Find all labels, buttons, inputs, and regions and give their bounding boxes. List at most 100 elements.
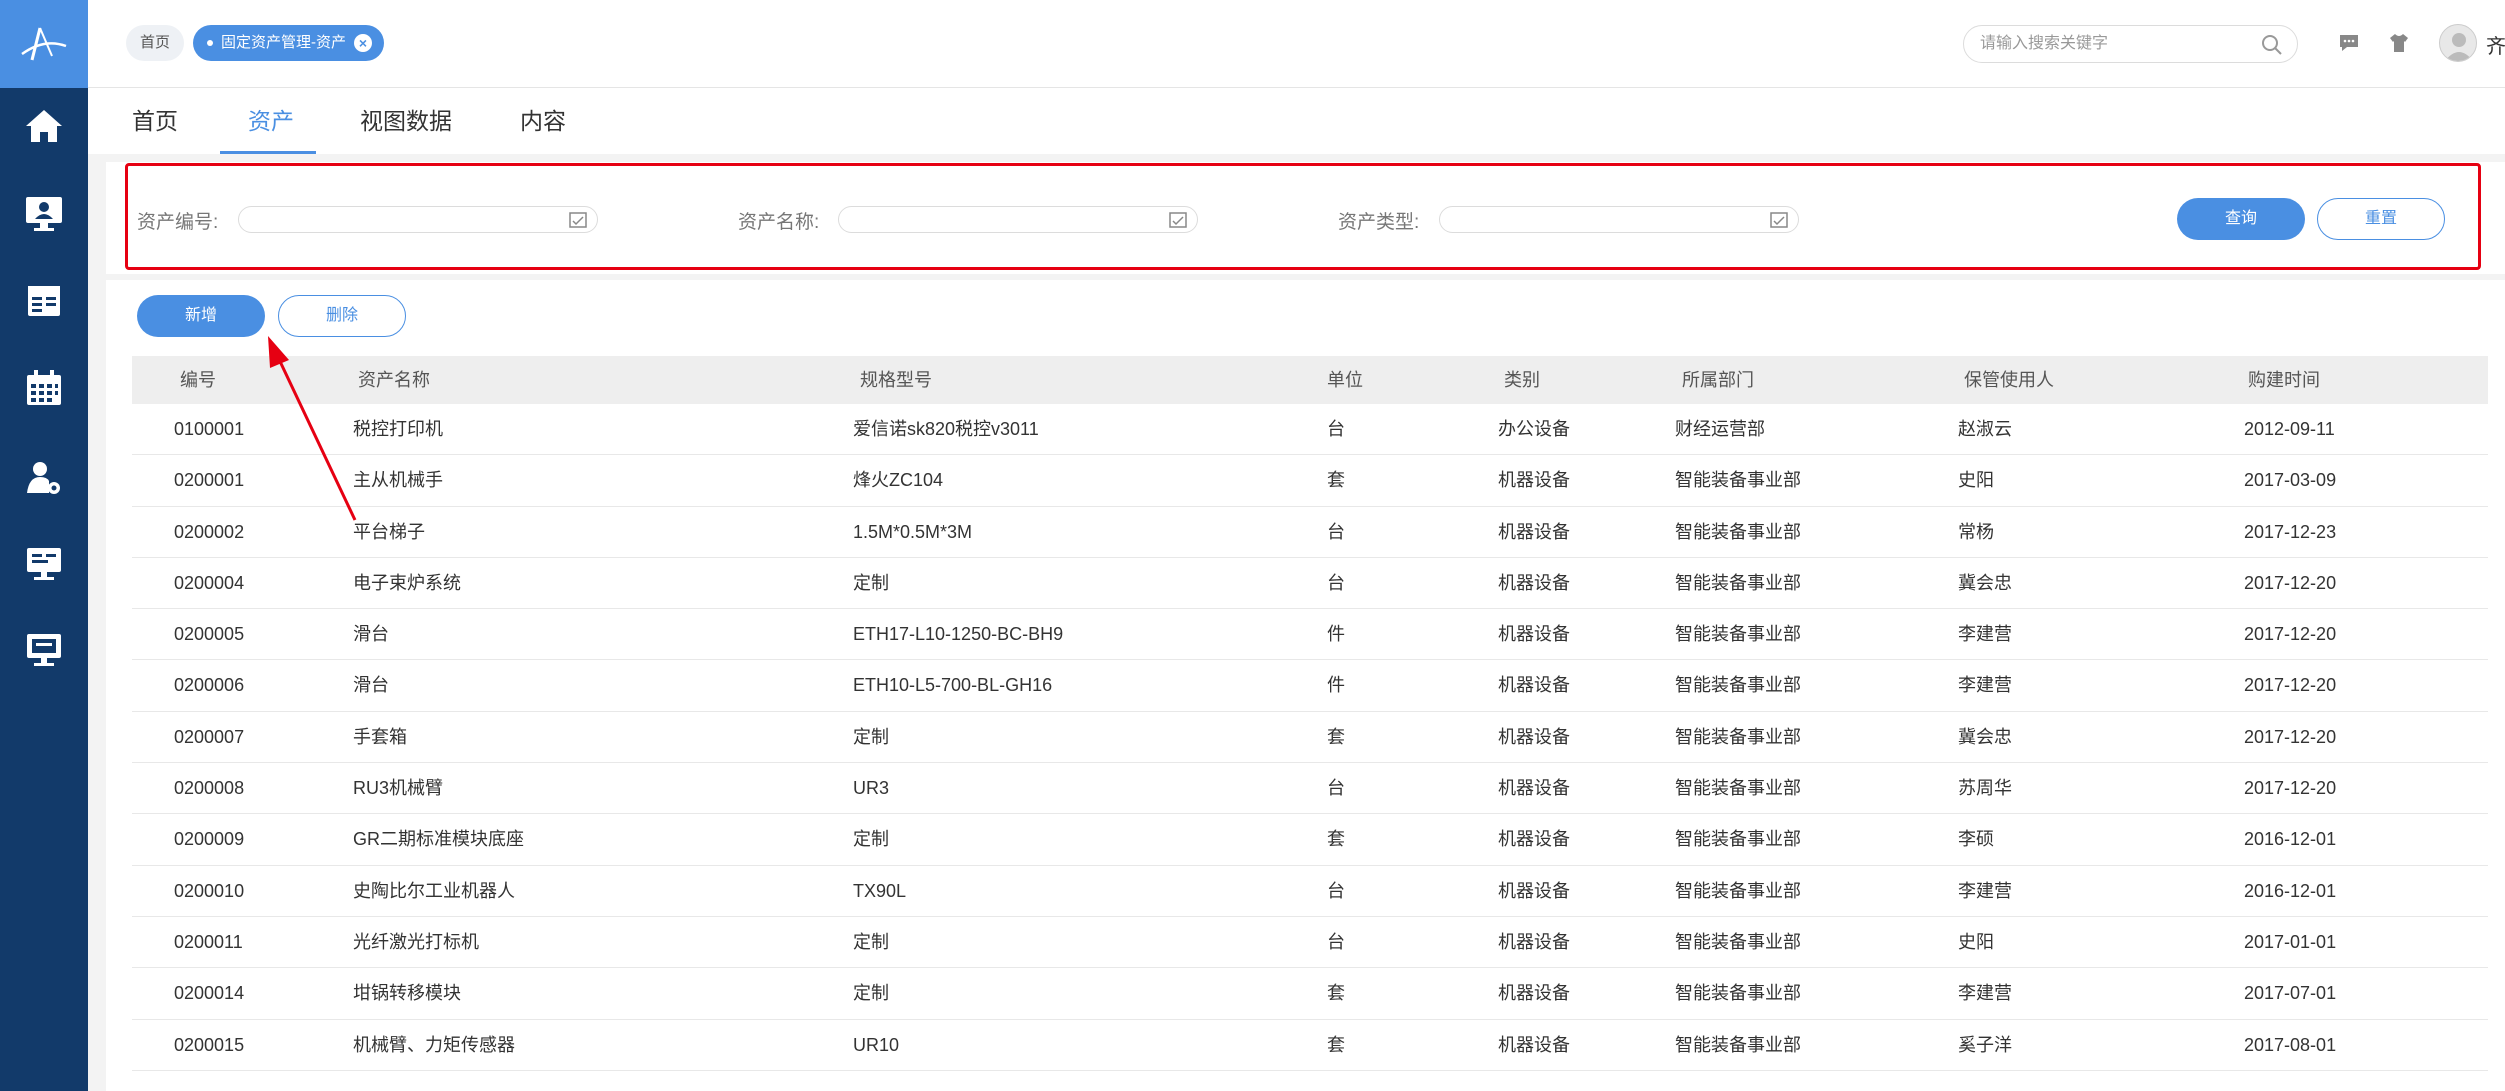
- cell-unit: 台: [1327, 419, 1345, 439]
- table-row[interactable]: 0200014 坩锅转移模块 定制 套 机器设备 智能装备事业部 李建营 2017-07-01: [132, 968, 2488, 1020]
- sidebar-item-calendar-list[interactable]: [0, 270, 88, 330]
- add-button[interactable]: 新增: [137, 295, 265, 337]
- cell-department: 智能装备事业部: [1675, 983, 1801, 1004]
- table-row[interactable]: 0200005 滑台 ETH17-L10-1250-BC-BH9 件 机器设备 智能装备事…: [132, 609, 2488, 661]
- cell-spec: ETH10-L5-700-BL-GH16: [853, 675, 1053, 696]
- cell-custodian: 冀会忠: [1958, 572, 2012, 593]
- table-row[interactable]: 0200015 机械臂、力矩传感器 UR10 套 机器设备 智能装备事业部 奚子洋 2017-…: [132, 1020, 2488, 1071]
- cell-asset-name: 史陶比尔工业机器人: [353, 880, 515, 901]
- cell-department: 智能装备事业部: [1675, 470, 1801, 491]
- cell-unit: 套: [1327, 470, 1345, 491]
- sidebar-item-monitor-user[interactable]: [0, 184, 88, 244]
- tab-home[interactable]: 首页: [130, 88, 180, 154]
- cell-department: 智能装备事业部: [1675, 675, 1801, 696]
- asset-name-field[interactable]: [838, 206, 1198, 233]
- user-name[interactable]: 齐: [2486, 30, 2505, 59]
- cell-asset-name: 机械臂、力矩传感器: [353, 1034, 515, 1055]
- cell-purchase-date: 2017-12-20: [2244, 675, 2337, 696]
- logo-icon: [21, 27, 67, 61]
- sidebar: [0, 0, 88, 1091]
- table-row[interactable]: 0100001 税控打印机 爱信诺sk820税控v3011 台 办公设备 财经运营部 赵淑云…: [132, 404, 2488, 456]
- header-unit[interactable]: 单位: [1327, 356, 1363, 404]
- close-icon[interactable]: ×: [354, 34, 372, 52]
- search-icon[interactable]: [2261, 34, 2283, 56]
- tab-assets[interactable]: 资产: [246, 88, 296, 154]
- sidebar-item-home[interactable]: [0, 96, 88, 156]
- asset-name-label: 资产名称:: [738, 212, 820, 233]
- header-purchase-date[interactable]: 购建时间: [2248, 356, 2320, 404]
- cell-spec: 定制: [853, 572, 889, 593]
- sidebar-item-calendar[interactable]: [0, 358, 88, 418]
- table-row[interactable]: 0200002 平台梯子 1.5M*0.5M*3M 台 机器设备 智能装备事业部 常杨 201…: [132, 507, 2488, 558]
- cell-code: 0200001: [174, 470, 245, 491]
- asset-no-field[interactable]: [238, 206, 598, 233]
- table-row[interactable]: 0200007 手套箱 定制 套 机器设备 智能装备事业部 冀会忠 2017-12-20: [132, 712, 2488, 764]
- header-custodian[interactable]: 保管使用人: [1964, 356, 2054, 404]
- cell-department: 智能装备事业部: [1675, 1034, 1801, 1055]
- cell-unit: 台: [1327, 778, 1345, 799]
- header-code[interactable]: 编号: [180, 356, 216, 404]
- cell-department: 智能装备事业部: [1675, 521, 1801, 542]
- tab-view-data[interactable]: 视图数据: [358, 88, 454, 154]
- table-row[interactable]: 0200009 GR二期标准模块底座 定制 套 机器设备 智能装备事业部 李硕 2016-12…: [132, 814, 2488, 866]
- asset-no-label: 资产编号:: [137, 212, 219, 233]
- cell-department: 智能装备事业部: [1675, 778, 1801, 799]
- sidebar-item-user-settings[interactable]: [0, 448, 88, 508]
- cell-asset-name: 电子束炉系统: [353, 572, 461, 593]
- asset-type-field[interactable]: [1439, 206, 1799, 233]
- calendar-check-icon: [1169, 212, 1187, 228]
- cell-asset-name: 主从机械手: [353, 470, 443, 491]
- cell-department: 智能装备事业部: [1675, 931, 1801, 952]
- search-input[interactable]: [1980, 26, 2250, 62]
- cell-department: 财经运营部: [1675, 419, 1765, 439]
- cell-code: 0200005: [174, 624, 245, 645]
- sidebar-item-display[interactable]: [0, 620, 88, 680]
- table-row[interactable]: 0200008 RU3机械臂 UR3 台 机器设备 智能装备事业部 苏周华 2017-12-2…: [132, 763, 2488, 815]
- cell-custodian: 赵淑云: [1958, 419, 2012, 439]
- header-asset-name[interactable]: 资产名称: [358, 356, 430, 404]
- tag-home[interactable]: 首页: [126, 25, 185, 61]
- header-spec[interactable]: 规格型号: [860, 356, 932, 404]
- header-department[interactable]: 所属部门: [1682, 356, 1754, 404]
- logo[interactable]: [0, 0, 88, 88]
- table-row[interactable]: 0200010 史陶比尔工业机器人 TX90L 台 机器设备 智能装备事业部 李建营 2016…: [132, 866, 2488, 917]
- sidebar-item-presentation[interactable]: [0, 534, 88, 594]
- cell-code: 0200014: [174, 983, 245, 1004]
- cell-spec: 定制: [853, 931, 889, 952]
- cell-purchase-date: 2017-01-01: [2244, 931, 2337, 952]
- tab-content[interactable]: 内容: [518, 88, 568, 154]
- cell-spec: 烽火ZC104: [853, 470, 944, 491]
- cell-asset-name: 坩锅转移模块: [353, 983, 461, 1004]
- top-bar: 首页 固定资产管理-资产 × 齐: [88, 0, 2505, 88]
- delete-button[interactable]: 删除: [278, 295, 406, 337]
- cell-purchase-date: 2017-12-23: [2244, 521, 2337, 542]
- table-row[interactable]: 0200006 滑台 ETH10-L5-700-BL-GH16 件 机器设备 智能装备事业…: [132, 660, 2488, 712]
- cell-unit: 套: [1327, 983, 1345, 1004]
- cell-code: 0200004: [174, 572, 245, 593]
- calendar-check-icon: [1770, 212, 1788, 228]
- reset-button[interactable]: 重置: [2317, 198, 2445, 240]
- table-row[interactable]: 0200011 光纤激光打标机 定制 台 机器设备 智能装备事业部 史阳 2017-01-01: [132, 917, 2488, 969]
- calendar-list-icon: [28, 286, 60, 316]
- header-category[interactable]: 类别: [1504, 356, 1540, 404]
- cell-custodian: 奚子洋: [1958, 1034, 2012, 1055]
- cell-category: 机器设备: [1498, 675, 1570, 696]
- table-row[interactable]: 0200001 主从机械手 烽火ZC104 套 机器设备 智能装备事业部 史阳 2017-03…: [132, 455, 2488, 507]
- cell-code: 0200002: [174, 521, 245, 542]
- cell-asset-name: 平台梯子: [353, 521, 425, 542]
- asset-type-label: 资产类型:: [1338, 212, 1420, 233]
- cell-unit: 套: [1327, 829, 1345, 850]
- cell-custodian: 李建营: [1958, 675, 2012, 696]
- message-icon[interactable]: [2338, 33, 2360, 53]
- avatar[interactable]: [2439, 24, 2477, 62]
- cell-spec: UR10: [853, 1034, 900, 1055]
- active-tab-underline: [220, 151, 316, 154]
- shirt-icon[interactable]: [2388, 33, 2410, 53]
- cell-category: 办公设备: [1498, 419, 1570, 439]
- cell-custodian: 冀会忠: [1958, 726, 2012, 747]
- tag-fixed-assets[interactable]: 固定资产管理-资产 ×: [193, 25, 384, 61]
- table-row[interactable]: 0200004 电子束炉系统 定制 台 机器设备 智能装备事业部 冀会忠 2017-12-20: [132, 558, 2488, 610]
- cell-purchase-date: 2017-08-01: [2244, 1034, 2337, 1055]
- cell-category: 机器设备: [1498, 572, 1570, 593]
- query-button[interactable]: 查询: [2177, 198, 2305, 240]
